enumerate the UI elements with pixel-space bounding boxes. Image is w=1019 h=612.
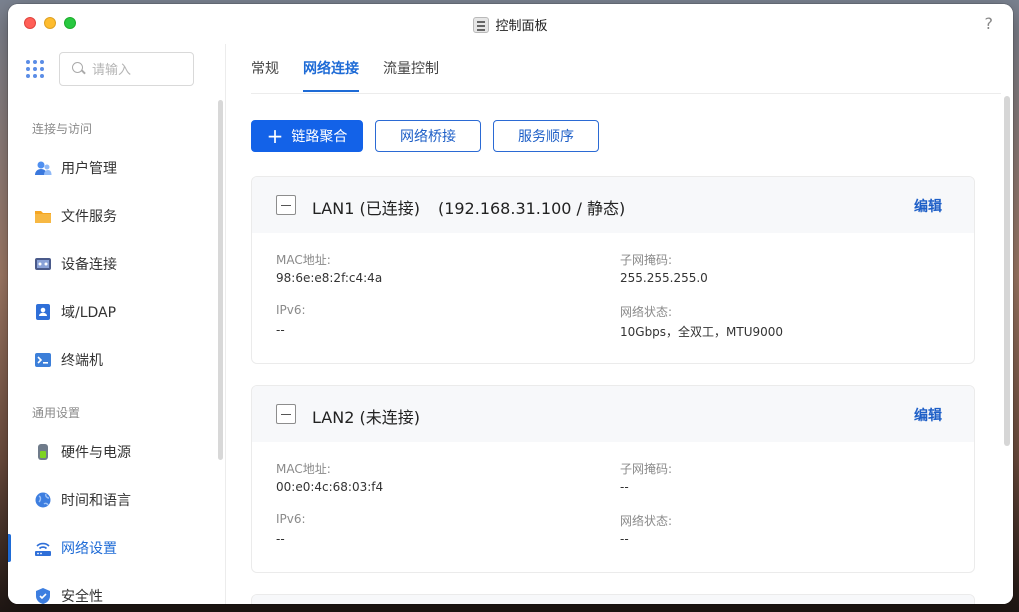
shield-icon [34,587,52,604]
subnet-value: 255.255.255.0 [620,271,708,285]
interface-title: LAN2 (未连接) [312,404,420,428]
folder-icon [34,207,52,225]
link-aggregation-label: 链路聚合 [291,129,348,145]
window-title: 控制面板 [495,19,548,34]
status-value: -- [620,532,629,546]
sidebar-item-label: 设备连接 [61,257,117,273]
tab-bar: 常规 网络连接 流量控制 [251,60,439,92]
sidebar-item-label: 用户管理 [61,161,117,177]
tab-traffic-control[interactable]: 流量控制 [383,60,439,92]
edit-button[interactable]: 编辑 [914,405,942,425]
sidebar-item-network-settings[interactable]: 网络设置 [8,530,222,566]
sidebar-item-label: 终端机 [61,353,103,369]
link-aggregation-button[interactable]: + 链路聚合 [251,120,363,152]
sidebar-item-security[interactable]: 安全性 [8,578,222,604]
sidebar-item-label: 时间和语言 [61,493,131,509]
service-order-button[interactable]: 服务顺序 [493,120,599,152]
ipv6-label: IPv6: [276,303,306,317]
mac-label: MAC地址: [276,253,331,267]
search-icon [72,62,83,73]
apps-grid-icon[interactable] [26,60,44,78]
sidebar-item-label: 域/LDAP [61,305,117,321]
interface-card-header [252,595,974,604]
section-connection-access: 连接与访问 [32,122,93,136]
window-title-group: 控制面板 [8,15,1013,34]
status-label: 网络状态: [620,305,673,319]
sidebar: 连接与访问 用户管理 文件服务 设备连接 域/LDAP [8,44,226,604]
sidebar-item-file-services[interactable]: 文件服务 [8,198,222,234]
interface-ip: (192.168.31.100 / 静态) [437,199,626,218]
plus-icon: + [266,124,284,148]
sidebar-item-label: 文件服务 [61,209,117,225]
title-bar: 控制面板 ? [8,4,1013,44]
hardware-icon [34,443,52,461]
tab-general[interactable]: 常规 [251,60,279,92]
ipv6-value: -- [276,532,285,546]
search-box [59,52,194,86]
sidebar-item-label: 网络设置 [61,541,117,557]
collapse-icon[interactable] [276,195,296,215]
interface-card-next [251,594,975,604]
interface-name: LAN1 (已连接) [312,199,420,218]
interface-card-header: LAN2 (未连接) 编辑 [252,386,974,442]
terminal-icon [34,351,52,369]
sidebar-item-device-connection[interactable]: 设备连接 [8,246,222,282]
sidebar-item-user-management[interactable]: 用户管理 [8,150,222,186]
network-icon [34,539,52,557]
collapse-icon[interactable] [276,404,296,424]
status-label: 网络状态: [620,514,673,528]
interface-card-lan1: LAN1 (已连接) (192.168.31.100 / 静态) 编辑 MAC地址… [251,176,975,364]
mac-value: 98:6e:e8:2f:c4:4a [276,271,383,285]
control-panel-icon [473,17,490,33]
interface-card-lan2: LAN2 (未连接) 编辑 MAC地址: 00:e0:4c:68:03:f4 子… [251,385,975,573]
sidebar-item-hardware-power[interactable]: 硬件与电源 [8,434,222,470]
sidebar-scrollbar[interactable] [218,100,223,460]
sidebar-item-label: 硬件与电源 [61,445,131,461]
edit-button[interactable]: 编辑 [914,196,942,216]
control-panel-window: 控制面板 ? 连接与访问 用户管理 文件服务 [8,4,1013,604]
globe-icon [34,491,52,509]
subnet-label: 子网掩码: [620,253,673,267]
mac-label: MAC地址: [276,462,331,476]
subnet-label: 子网掩码: [620,462,673,476]
network-bridge-button[interactable]: 网络桥接 [375,120,481,152]
sidebar-item-terminal[interactable]: 终端机 [8,342,222,378]
help-icon[interactable]: ? [985,14,994,33]
ldap-icon [34,303,52,321]
sidebar-item-time-language[interactable]: 时间和语言 [8,482,222,518]
status-value: 10Gbps，全双工，MTU9000 [620,325,784,339]
main-content: 常规 网络连接 流量控制 + 链路聚合 网络桥接 服务顺序 LAN1 (已连接)… [227,44,1013,604]
search-input[interactable] [92,60,187,80]
interface-title: LAN1 (已连接) (192.168.31.100 / 静态) [312,195,625,219]
subnet-value: -- [620,480,629,494]
main-scrollbar[interactable] [1004,96,1010,446]
interface-card-header: LAN1 (已连接) (192.168.31.100 / 静态) 编辑 [252,177,974,233]
tab-divider [251,93,1001,94]
users-icon [34,159,52,177]
tab-network-connection[interactable]: 网络连接 [303,60,359,92]
ipv6-label: IPv6: [276,512,306,526]
section-general-settings: 通用设置 [32,406,81,420]
sidebar-item-label: 安全性 [61,589,103,604]
mac-value: 00:e0:4c:68:03:f4 [276,480,384,494]
device-icon [34,255,52,273]
ipv6-value: -- [276,323,285,337]
sidebar-item-domain-ldap[interactable]: 域/LDAP [8,294,222,330]
interface-name: LAN2 (未连接) [312,408,420,427]
